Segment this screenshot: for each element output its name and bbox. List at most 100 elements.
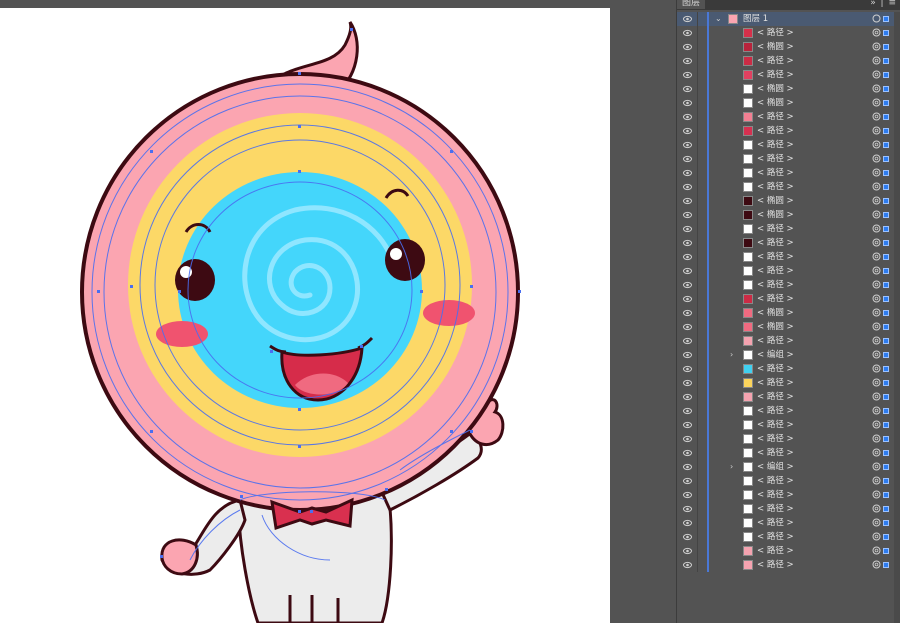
layer-name[interactable]: 图层 1 xyxy=(743,12,768,26)
lock-column[interactable] xyxy=(697,110,698,124)
lock-column[interactable] xyxy=(697,446,698,460)
scrollbar[interactable] xyxy=(894,12,900,623)
lock-column[interactable] xyxy=(697,404,698,418)
layer-row[interactable]: < 路径 > xyxy=(677,558,900,572)
eye-icon[interactable] xyxy=(683,281,692,289)
layer-name[interactable]: < 路径 > xyxy=(757,544,794,558)
layer-row[interactable]: < 路径 > xyxy=(677,446,900,460)
eye-icon[interactable] xyxy=(683,421,692,429)
layer-row[interactable]: < 路径 > xyxy=(677,516,900,530)
target-icon[interactable] xyxy=(872,280,881,289)
layer-name[interactable]: < 椭圆 > xyxy=(757,306,794,320)
selection-indicator[interactable] xyxy=(883,184,889,190)
selection-indicator[interactable] xyxy=(883,492,889,498)
layer-row[interactable]: < 路径 > xyxy=(677,292,900,306)
eye-icon[interactable] xyxy=(683,435,692,443)
layer-name[interactable]: < 路径 > xyxy=(757,488,794,502)
target-icon[interactable] xyxy=(872,308,881,317)
selection-indicator[interactable] xyxy=(883,198,889,204)
lock-column[interactable] xyxy=(697,278,698,292)
eye-icon[interactable] xyxy=(683,337,692,345)
layer-row[interactable]: < 路径 > xyxy=(677,180,900,194)
eye-icon[interactable] xyxy=(683,379,692,387)
lock-column[interactable] xyxy=(697,306,698,320)
layer-name[interactable]: < 路径 > xyxy=(757,474,794,488)
selection-indicator[interactable] xyxy=(883,422,889,428)
layer-row[interactable]: < 路径 > xyxy=(677,54,900,68)
layer-row[interactable]: < 路径 > xyxy=(677,152,900,166)
layer-row[interactable]: < 路径 > xyxy=(677,222,900,236)
target-icon[interactable] xyxy=(872,336,881,345)
target-icon[interactable] xyxy=(872,112,881,121)
selection-indicator[interactable] xyxy=(883,86,889,92)
selection-indicator[interactable] xyxy=(883,16,889,22)
chevron-down-icon[interactable]: ⌄ xyxy=(715,12,723,26)
selection-indicator[interactable] xyxy=(883,72,889,78)
layer-row[interactable]: < 路径 > xyxy=(677,390,900,404)
layer-name[interactable]: < 路径 > xyxy=(757,138,794,152)
layer-row[interactable]: < 路径 > xyxy=(677,124,900,138)
selection-indicator[interactable] xyxy=(883,562,889,568)
selection-indicator[interactable] xyxy=(883,366,889,372)
layer-name[interactable]: < 路径 > xyxy=(757,278,794,292)
lock-column[interactable] xyxy=(697,264,698,278)
eye-icon[interactable] xyxy=(683,309,692,317)
selection-indicator[interactable] xyxy=(883,534,889,540)
lock-column[interactable] xyxy=(697,390,698,404)
selection-indicator[interactable] xyxy=(883,156,889,162)
eye-icon[interactable] xyxy=(683,463,692,471)
selection-indicator[interactable] xyxy=(883,450,889,456)
target-icon[interactable] xyxy=(872,14,881,23)
layer-row[interactable]: < 路径 > xyxy=(677,432,900,446)
layer-name[interactable]: < 路径 > xyxy=(757,110,794,124)
lock-column[interactable] xyxy=(697,180,698,194)
selection-indicator[interactable] xyxy=(883,268,889,274)
target-icon[interactable] xyxy=(872,56,881,65)
layer-name[interactable]: < 路径 > xyxy=(757,68,794,82)
target-icon[interactable] xyxy=(872,350,881,359)
eye-icon[interactable] xyxy=(683,267,692,275)
lock-column[interactable] xyxy=(697,138,698,152)
lock-column[interactable] xyxy=(697,208,698,222)
target-icon[interactable] xyxy=(872,504,881,513)
eye-icon[interactable] xyxy=(683,211,692,219)
lock-column[interactable] xyxy=(697,334,698,348)
layer-row[interactable]: < 路径 > xyxy=(677,474,900,488)
layer-name[interactable]: < 椭圆 > xyxy=(757,320,794,334)
selection-indicator[interactable] xyxy=(883,44,889,50)
lock-column[interactable] xyxy=(697,460,698,474)
selection-indicator[interactable] xyxy=(883,114,889,120)
layer-row[interactable]: < 路径 > xyxy=(677,334,900,348)
layer-name[interactable]: < 椭圆 > xyxy=(757,208,794,222)
layer-name[interactable]: < 路径 > xyxy=(757,166,794,180)
target-icon[interactable] xyxy=(872,518,881,527)
eye-icon[interactable] xyxy=(683,295,692,303)
target-icon[interactable] xyxy=(872,224,881,233)
lock-column[interactable] xyxy=(697,362,698,376)
layer-row[interactable]: < 椭圆 > xyxy=(677,208,900,222)
layer-name[interactable]: < 路径 > xyxy=(757,250,794,264)
eye-icon[interactable] xyxy=(683,155,692,163)
layer-row[interactable]: < 路径 > xyxy=(677,544,900,558)
selection-indicator[interactable] xyxy=(883,30,889,36)
target-icon[interactable] xyxy=(872,420,881,429)
lock-column[interactable] xyxy=(697,544,698,558)
selection-indicator[interactable] xyxy=(883,310,889,316)
target-icon[interactable] xyxy=(872,322,881,331)
layer-name[interactable]: < 路径 > xyxy=(757,222,794,236)
target-icon[interactable] xyxy=(872,98,881,107)
layer-row[interactable]: < 路径 > xyxy=(677,488,900,502)
eye-icon[interactable] xyxy=(683,491,692,499)
layer-row[interactable]: < 路径 > xyxy=(677,166,900,180)
selection-indicator[interactable] xyxy=(883,212,889,218)
target-icon[interactable] xyxy=(872,406,881,415)
selection-indicator[interactable] xyxy=(883,282,889,288)
selection-indicator[interactable] xyxy=(883,506,889,512)
layer-name[interactable]: < 路径 > xyxy=(757,26,794,40)
lock-column[interactable] xyxy=(697,166,698,180)
eye-icon[interactable] xyxy=(683,253,692,261)
layer-row[interactable]: < 路径 > xyxy=(677,278,900,292)
eye-icon[interactable] xyxy=(683,57,692,65)
lock-column[interactable] xyxy=(697,194,698,208)
selection-indicator[interactable] xyxy=(883,142,889,148)
